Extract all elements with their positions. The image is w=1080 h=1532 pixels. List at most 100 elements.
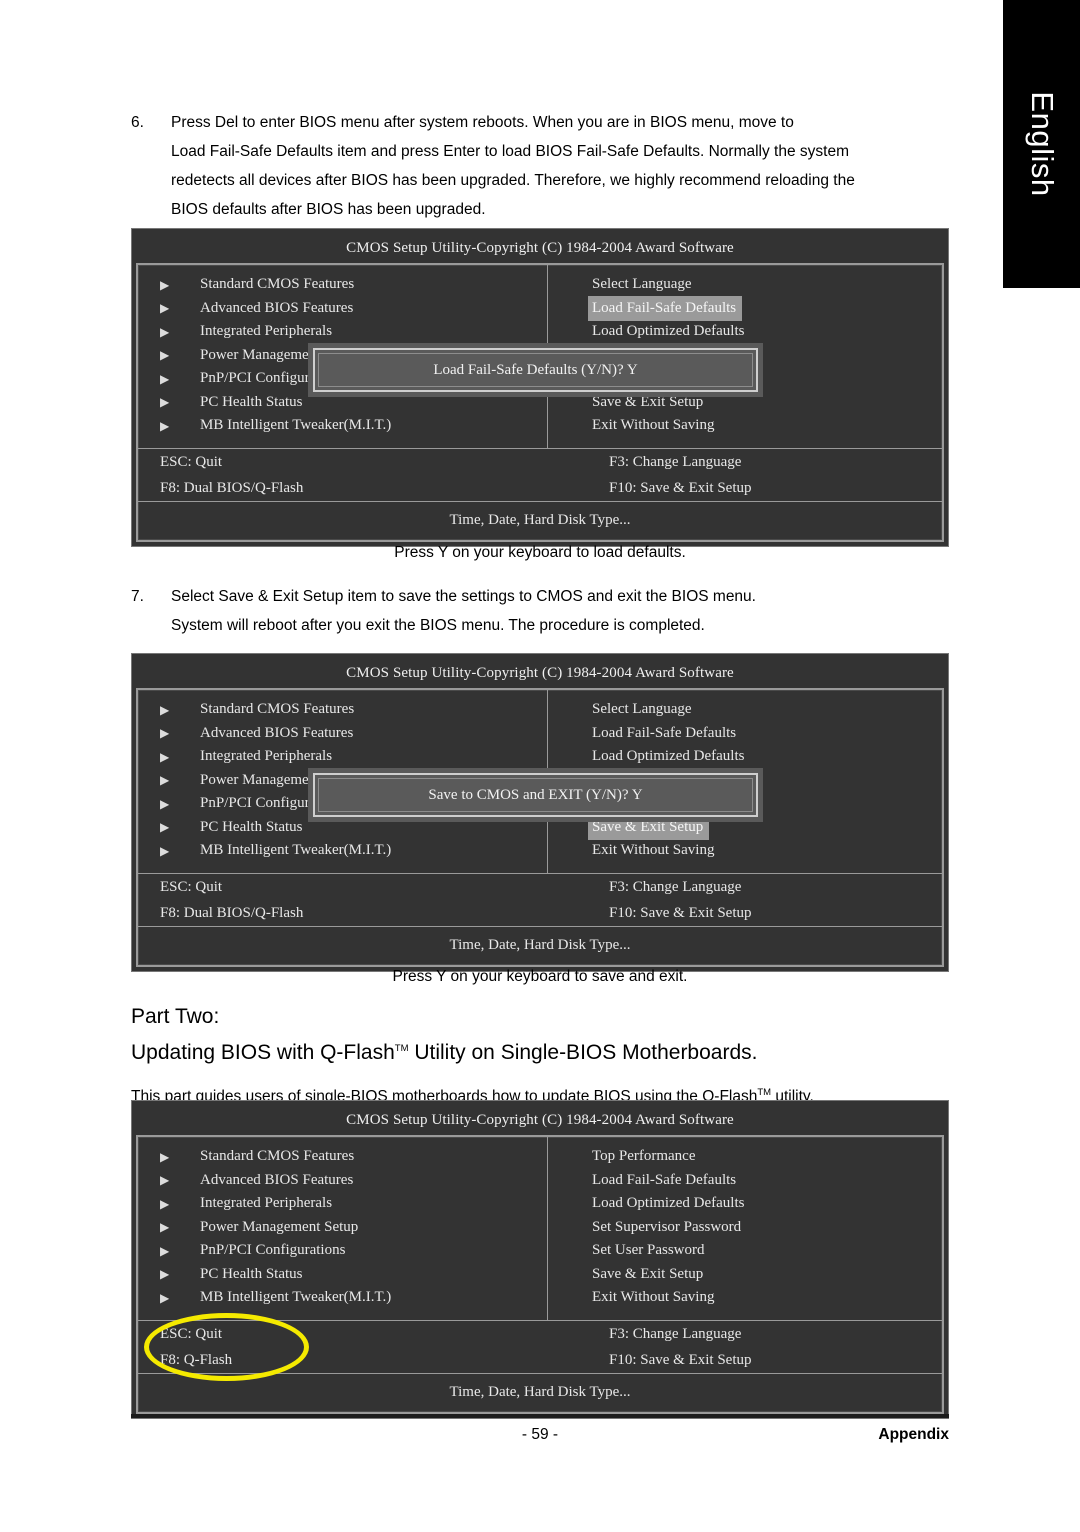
bios-menu-item[interactable]: Load Optimized Defaults bbox=[548, 1192, 942, 1216]
bios-menu-item-label: Load Optimized Defaults bbox=[592, 1195, 745, 1211]
bios-key-help-3: ESC: Quit F3: Change Language F8: Q-Flas… bbox=[138, 1321, 942, 1374]
bios-menu-item-label: Load Fail-Safe Defaults bbox=[592, 1171, 737, 1188]
bios-menu-item[interactable]: ▶ MB Intelligent Tweaker(M.I.T.) bbox=[138, 1286, 547, 1310]
bios-title-3: CMOS Setup Utility-Copyright (C) 1984-20… bbox=[346, 1112, 734, 1128]
bios-menu-item[interactable]: ▶ MB Intelligent Tweaker(M.I.T.) bbox=[138, 839, 547, 863]
bios-menu-item[interactable]: Set Supervisor Password bbox=[548, 1216, 942, 1240]
bios-menu-item[interactable]: ▶ PnP/PCI Configurations bbox=[138, 1239, 547, 1263]
bios-key-f10-save-exit: F10: Save & Exit Setup bbox=[609, 904, 752, 921]
bios-menu-item[interactable]: ▶ Advanced BIOS Features bbox=[138, 722, 547, 746]
bullet-arrow-icon: ▶ bbox=[160, 843, 170, 858]
part-two-subtitle-post: Utility on Single-BIOS Motherboards. bbox=[408, 1041, 758, 1064]
bios-menu-item[interactable]: Load Optimized Defaults bbox=[548, 745, 942, 769]
bios-menu-3: ▶ Standard CMOS Features ▶ Advanced BIOS F… bbox=[138, 1137, 942, 1321]
bios-key-row: ESC: Quit F3: Change Language bbox=[138, 449, 942, 475]
step-6-line-1: Press Del to enter BIOS menu after syste… bbox=[171, 114, 794, 131]
bios-menu-item-label: Advanced BIOS Features bbox=[200, 724, 354, 741]
bios-menu-item[interactable]: Load Fail-Safe Defaults bbox=[548, 722, 942, 746]
bios-key-esc-quit: ESC: Quit bbox=[160, 453, 223, 470]
bios-dialog-message-2: Save to CMOS and EXIT (Y/N)? Y bbox=[318, 778, 753, 812]
bios-menu-item[interactable]: Exit Without Saving bbox=[548, 414, 942, 438]
bios-menu-item[interactable]: ▶ Standard CMOS Features bbox=[138, 1145, 547, 1169]
bullet-arrow-icon: ▶ bbox=[160, 1243, 170, 1258]
page-body: 6. Press Del to enter BIOS menu after sy… bbox=[0, 0, 1003, 1532]
language-tab-label: English bbox=[1024, 91, 1060, 197]
bios-right-column-3: Top Performance Load Fail-Safe Defaults … bbox=[548, 1137, 942, 1320]
bios-menu-item[interactable]: ▶ Standard CMOS Features bbox=[138, 698, 547, 722]
step-7: 7. Select Save & Exit Setup item to save… bbox=[131, 582, 949, 640]
caption-load-defaults: Press Y on your keyboard to load default… bbox=[394, 544, 686, 561]
bios-status-note-3: Time, Date, Hard Disk Type... bbox=[449, 1383, 631, 1400]
bios-dialog-2: Save to CMOS and EXIT (Y/N)? Y bbox=[308, 768, 763, 822]
bios-key-f10-save-exit: F10: Save & Exit Setup bbox=[609, 1351, 752, 1368]
caption-save-and-exit: Press Y on your keyboard to save and exi… bbox=[392, 968, 688, 985]
bullet-arrow-icon: ▶ bbox=[160, 773, 170, 788]
bios-menu-item-label: Load Optimized Defaults bbox=[592, 748, 745, 764]
bios-menu-item[interactable]: ▶ Standard CMOS Features bbox=[138, 273, 547, 297]
bios-key-row: F8: Q-Flash F10: Save & Exit Setup bbox=[138, 1347, 942, 1373]
bios-menu-item-label: Load Optimized Defaults bbox=[592, 323, 745, 339]
bios-menu-item[interactable]: ▶ Integrated Peripherals bbox=[138, 1192, 547, 1216]
bios-menu-item-label: Exit Without Saving bbox=[592, 417, 715, 433]
bios-frame-1: ▶ Standard CMOS Features ▶ Advanced BIOS F… bbox=[136, 263, 944, 542]
bios-menu-item[interactable]: Select Language bbox=[548, 698, 942, 722]
footer-page-number: - 59 - bbox=[521, 1426, 559, 1443]
bios-menu-item-label: Top Performance bbox=[592, 1148, 696, 1164]
bios-menu-item[interactable]: ▶ Advanced BIOS Features bbox=[138, 297, 547, 321]
language-tab: English bbox=[1003, 0, 1080, 288]
bios-menu-item[interactable]: ▶ Advanced BIOS Features bbox=[138, 1169, 547, 1193]
bios-screen-save-to-cmos-and-exit: CMOS Setup Utility-Copyright (C) 1984-20… bbox=[131, 653, 949, 972]
bios-left-column-3: ▶ Standard CMOS Features ▶ Advanced BIOS F… bbox=[138, 1137, 548, 1320]
bios-key-row: F8: Dual BIOS/Q-Flash F10: Save & Exit S… bbox=[138, 475, 942, 501]
bios-menu-item-label: MB Intelligent Tweaker(M.I.T.) bbox=[200, 417, 392, 433]
bios-status-note-2: Time, Date, Hard Disk Type... bbox=[449, 936, 631, 953]
bios-menu-item[interactable]: Select Language bbox=[548, 273, 942, 297]
bios-menu-item-label: Load Fail-Safe Defaults bbox=[588, 295, 743, 321]
bullet-arrow-icon: ▶ bbox=[160, 277, 170, 292]
bios-menu-item[interactable]: Top Performance bbox=[548, 1145, 942, 1169]
caption-save-and-exit-wrapper: Press Y on your keyboard to save and exi… bbox=[131, 962, 949, 991]
bios-dialog-message-1: Load Fail-Safe Defaults (Y/N)? Y bbox=[318, 353, 753, 387]
step-6-number: 6. bbox=[131, 114, 144, 131]
bios-menu-item[interactable]: ▶ MB Intelligent Tweaker(M.I.T.) bbox=[138, 414, 547, 438]
bullet-arrow-icon: ▶ bbox=[160, 324, 170, 339]
trademark-symbol: TM bbox=[757, 1086, 772, 1098]
part-two-subtitle: Updating BIOS with Q-FlashTM Utility on … bbox=[131, 1034, 949, 1072]
bios-menu-item[interactable]: Exit Without Saving bbox=[548, 839, 942, 863]
bios-menu-item[interactable]: ▶ Integrated Peripherals bbox=[138, 320, 547, 344]
bullet-arrow-icon: ▶ bbox=[160, 395, 170, 410]
bios-menu-item[interactable]: Exit Without Saving bbox=[548, 1286, 942, 1310]
footer-section-label: Appendix bbox=[878, 1426, 949, 1443]
bullet-arrow-icon: ▶ bbox=[160, 1196, 170, 1211]
bios-title-2: CMOS Setup Utility-Copyright (C) 1984-20… bbox=[346, 665, 734, 681]
bios-key-f3-change-language: F3: Change Language bbox=[609, 453, 742, 470]
bios-menu-item-label: Set Supervisor Password bbox=[592, 1218, 742, 1235]
bios-menu-item[interactable]: Set User Password bbox=[548, 1239, 942, 1263]
bios-key-f8-q-flash: F8: Q-Flash bbox=[160, 1351, 233, 1368]
step-6: 6. Press Del to enter BIOS menu after sy… bbox=[131, 108, 949, 224]
bios-menu-item-selected[interactable]: Load Fail-Safe Defaults bbox=[548, 295, 942, 321]
bullet-arrow-icon: ▶ bbox=[160, 1267, 170, 1282]
bios-status-note-1: Time, Date, Hard Disk Type... bbox=[449, 511, 631, 528]
bios-menu-item[interactable]: Load Optimized Defaults bbox=[548, 320, 942, 344]
footer: - 59 - Appendix bbox=[131, 1426, 949, 1444]
bios-menu-item[interactable]: ▶ Integrated Peripherals bbox=[138, 745, 547, 769]
bios-menu-item[interactable]: Load Fail-Safe Defaults bbox=[548, 1169, 942, 1193]
bios-menu-item-label: Select Language bbox=[592, 276, 692, 292]
bios-key-help-2: ESC: Quit F3: Change Language F8: Dual B… bbox=[138, 874, 942, 927]
bullet-arrow-icon: ▶ bbox=[160, 1220, 170, 1235]
bios-key-help-1: ESC: Quit F3: Change Language F8: Dual B… bbox=[138, 449, 942, 502]
step-7-number: 7. bbox=[131, 588, 144, 605]
bios-menu-item-label: Exit Without Saving bbox=[592, 1289, 715, 1305]
part-two-subtitle-pre: Updating BIOS with Q-Flash bbox=[131, 1041, 395, 1064]
bios-frame-2: ▶ Standard CMOS Features ▶ Advanced BIOS F… bbox=[136, 688, 944, 967]
bios-key-row: F8: Dual BIOS/Q-Flash F10: Save & Exit S… bbox=[138, 900, 942, 926]
bios-menu-item[interactable]: Save & Exit Setup bbox=[548, 1263, 942, 1287]
bios-menu-item-label: Advanced BIOS Features bbox=[200, 1171, 354, 1188]
bullet-arrow-icon: ▶ bbox=[160, 702, 170, 717]
step-7-line-1: Select Save & Exit Setup item to save th… bbox=[171, 588, 756, 605]
step-7-body: Select Save & Exit Setup item to save th… bbox=[171, 582, 949, 640]
bios-menu-item[interactable]: ▶ Power Management Setup bbox=[138, 1216, 547, 1240]
bios-menu-item-label: PC Health Status bbox=[200, 1265, 303, 1282]
bios-menu-item[interactable]: ▶ PC Health Status bbox=[138, 1263, 547, 1287]
